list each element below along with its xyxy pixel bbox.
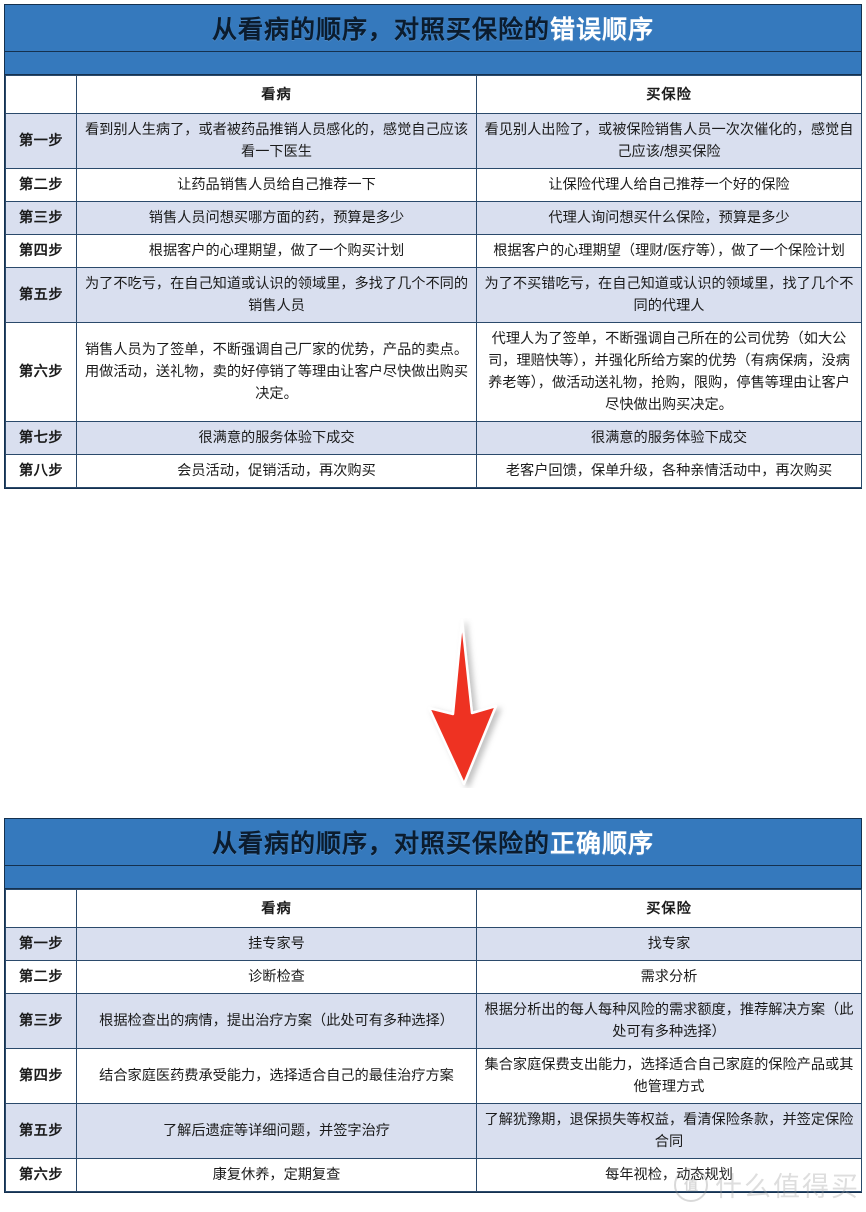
step-label: 第八步 bbox=[5, 454, 77, 488]
cell-buying-insurance: 代理人询问想买什么保险，预算是多少 bbox=[476, 201, 862, 235]
wrong-order-title-bar: 从看病的顺序，对照买保险的错误顺序 bbox=[5, 5, 861, 52]
cell-buying-insurance: 看见别人出险了，或被保险销售人员一次次催化的，感觉自己应该/想买保险 bbox=[476, 113, 862, 169]
arrow-shape bbox=[427, 618, 498, 786]
cell-buying-insurance: 代理人为了签单，不断强调自己所在的公司优势（如大公司，理赔快等），并强化所给方案… bbox=[476, 322, 862, 422]
correct-order-title: 从看病的顺序，对照买保险的正确顺序 bbox=[212, 824, 654, 860]
cell-seeing-doctor: 看到别人生病了，或者被药品推销人员感化的，感觉自己应该看一下医生 bbox=[76, 113, 477, 169]
cell-buying-insurance: 老客户回馈，保单升级，各种亲情活动中，再次购买 bbox=[476, 454, 862, 488]
cell-buying-insurance: 根据分析出的每人每种风险的需求额度，推荐解决方案（此处可有多种选择） bbox=[476, 993, 862, 1049]
cell-seeing-doctor: 结合家庭医药费承受能力，选择适合自己的最佳治疗方案 bbox=[76, 1048, 477, 1104]
step-label: 第四步 bbox=[5, 234, 77, 268]
wrong-order-title-highlight: 错误顺序 bbox=[550, 16, 655, 44]
down-arrow-graphic bbox=[404, 618, 524, 788]
wrong-order-grid: 看病 买保险 第一步 看到别人生病了，或者被药品推销人员感化的，感觉自己应该看一下医生… bbox=[5, 75, 862, 488]
step-label: 第六步 bbox=[5, 1158, 77, 1192]
correct-order-grid: 看病 买保险 第一步 挂专家号 找专家 第二步 诊断检查 需求分析 第三步 根据检查出的病情，提出… bbox=[5, 889, 862, 1192]
table-row: 第三步 销售人员问想买哪方面的药，预算是多少 代理人询问想买什么保险，预算是多少 bbox=[5, 201, 862, 235]
correct-order-header-row: 看病 买保险 bbox=[5, 889, 862, 928]
table-row: 第四步 结合家庭医药费承受能力，选择适合自己的最佳治疗方案 集合家庭保费支出能力，选… bbox=[5, 1048, 862, 1104]
step-label: 第六步 bbox=[5, 322, 77, 422]
cell-buying-insurance: 了解犹豫期，退保损失等权益，看清保险条款，并签定保险合同 bbox=[476, 1103, 862, 1159]
table-row: 第一步 看到别人生病了，或者被药品推销人员感化的，感觉自己应该看一下医生 看见别人出… bbox=[5, 113, 862, 169]
table-row: 第五步 了解后遗症等详细问题，并签字治疗 了解犹豫期，退保损失等权益，看清保险条款，… bbox=[5, 1103, 862, 1159]
wrong-order-header-row: 看病 买保险 bbox=[5, 75, 862, 114]
correct-order-table-block: 从看病的顺序，对照买保险的正确顺序 看病 买保险 第一步 挂专家号 找专家 第二步 诊断检查… bbox=[4, 818, 862, 1193]
cell-buying-insurance: 每年视检，动态规划 bbox=[476, 1158, 862, 1192]
step-label: 第五步 bbox=[5, 267, 77, 323]
cell-buying-insurance: 需求分析 bbox=[476, 960, 862, 994]
correct-order-spacer-bar bbox=[5, 866, 861, 889]
correct-order-title-bar: 从看病的顺序，对照买保险的正确顺序 bbox=[5, 819, 861, 866]
cell-buying-insurance: 为了不买错吃亏，在自己知道或认识的领域里，找了几个不同的代理人 bbox=[476, 267, 862, 323]
cell-buying-insurance: 集合家庭保费支出能力，选择适合自己家庭的保险产品或其他管理方式 bbox=[476, 1048, 862, 1104]
step-label: 第三步 bbox=[5, 993, 77, 1049]
step-label: 第四步 bbox=[5, 1048, 77, 1104]
cell-seeing-doctor: 诊断检查 bbox=[76, 960, 477, 994]
step-label: 第七步 bbox=[5, 421, 77, 455]
cell-seeing-doctor: 很满意的服务体验下成交 bbox=[76, 421, 477, 455]
table-row: 第三步 根据检查出的病情，提出治疗方案（此处可有多种选择） 根据分析出的每人每种风险… bbox=[5, 993, 862, 1049]
table-row: 第四步 根据客户的心理期望，做了一个购买计划 根据客户的心理期望（理财/医疗等），做… bbox=[5, 234, 862, 268]
table-row: 第二步 诊断检查 需求分析 bbox=[5, 960, 862, 994]
cell-seeing-doctor: 了解后遗症等详细问题，并签字治疗 bbox=[76, 1103, 477, 1159]
wrong-order-table-block: 从看病的顺序，对照买保险的错误顺序 看病 买保险 第一步 看到别人生病了，或者被药品推… bbox=[4, 4, 862, 489]
cell-seeing-doctor: 根据检查出的病情，提出治疗方案（此处可有多种选择） bbox=[76, 993, 477, 1049]
cell-seeing-doctor: 销售人员问想买哪方面的药，预算是多少 bbox=[76, 201, 477, 235]
cell-buying-insurance: 很满意的服务体验下成交 bbox=[476, 421, 862, 455]
table-row: 第二步 让药品销售人员给自己推荐一下 让保险代理人给自己推荐一个好的保险 bbox=[5, 168, 862, 202]
wrong-order-title-prefix: 从看病的顺序，对照买保险的 bbox=[211, 16, 550, 44]
table-row: 第八步 会员活动，促销活动，再次购买 老客户回馈，保单升级，各种亲情活动中，再次购买 bbox=[5, 454, 862, 488]
step-label: 第二步 bbox=[5, 168, 77, 202]
wrong-order-column-header-1: 看病 bbox=[76, 75, 477, 114]
page-root: 从看病的顺序，对照买保险的错误顺序 看病 买保险 第一步 看到别人生病了，或者被药品推… bbox=[0, 0, 866, 1212]
cell-seeing-doctor: 根据客户的心理期望，做了一个购买计划 bbox=[76, 234, 477, 268]
cell-seeing-doctor: 挂专家号 bbox=[76, 927, 477, 961]
table-row: 第一步 挂专家号 找专家 bbox=[5, 927, 862, 961]
cell-buying-insurance: 根据客户的心理期望（理财/医疗等），做了一个保险计划 bbox=[476, 234, 862, 268]
table-row: 第七步 很满意的服务体验下成交 很满意的服务体验下成交 bbox=[5, 421, 862, 455]
cell-buying-insurance: 让保险代理人给自己推荐一个好的保险 bbox=[476, 168, 862, 202]
correct-order-title-prefix: 从看病的顺序，对照买保险的 bbox=[211, 830, 550, 858]
cell-seeing-doctor: 销售人员为了签单，不断强调自己厂家的优势，产品的卖点。用做活动，送礼物，卖的好停… bbox=[76, 322, 477, 422]
correct-order-title-highlight: 正确顺序 bbox=[550, 830, 655, 858]
correct-order-column-header-0 bbox=[5, 889, 77, 928]
cell-seeing-doctor: 康复休养，定期复查 bbox=[76, 1158, 477, 1192]
step-label: 第一步 bbox=[5, 113, 77, 169]
wrong-order-column-header-2: 买保险 bbox=[476, 75, 862, 114]
correct-order-column-header-1: 看病 bbox=[76, 889, 477, 928]
step-label: 第五步 bbox=[5, 1103, 77, 1159]
step-label: 第三步 bbox=[5, 201, 77, 235]
table-row: 第六步 销售人员为了签单，不断强调自己厂家的优势，产品的卖点。用做活动，送礼物，卖… bbox=[5, 322, 862, 422]
table-row: 第五步 为了不吃亏，在自己知道或认识的领域里，多找了几个不同的销售人员 为了不买错吃… bbox=[5, 267, 862, 323]
step-label: 第二步 bbox=[5, 960, 77, 994]
cell-buying-insurance: 找专家 bbox=[476, 927, 862, 961]
cell-seeing-doctor: 会员活动，促销活动，再次购买 bbox=[76, 454, 477, 488]
wrong-order-column-header-0 bbox=[5, 75, 77, 114]
wrong-order-spacer-bar bbox=[5, 52, 861, 75]
correct-order-column-header-2: 买保险 bbox=[476, 889, 862, 928]
table-row: 第六步 康复休养，定期复查 每年视检，动态规划 bbox=[5, 1158, 862, 1192]
cell-seeing-doctor: 让药品销售人员给自己推荐一下 bbox=[76, 168, 477, 202]
cell-seeing-doctor: 为了不吃亏，在自己知道或认识的领域里，多找了几个不同的销售人员 bbox=[76, 267, 477, 323]
wrong-order-title: 从看病的顺序，对照买保险的错误顺序 bbox=[212, 10, 654, 46]
step-label: 第一步 bbox=[5, 927, 77, 961]
